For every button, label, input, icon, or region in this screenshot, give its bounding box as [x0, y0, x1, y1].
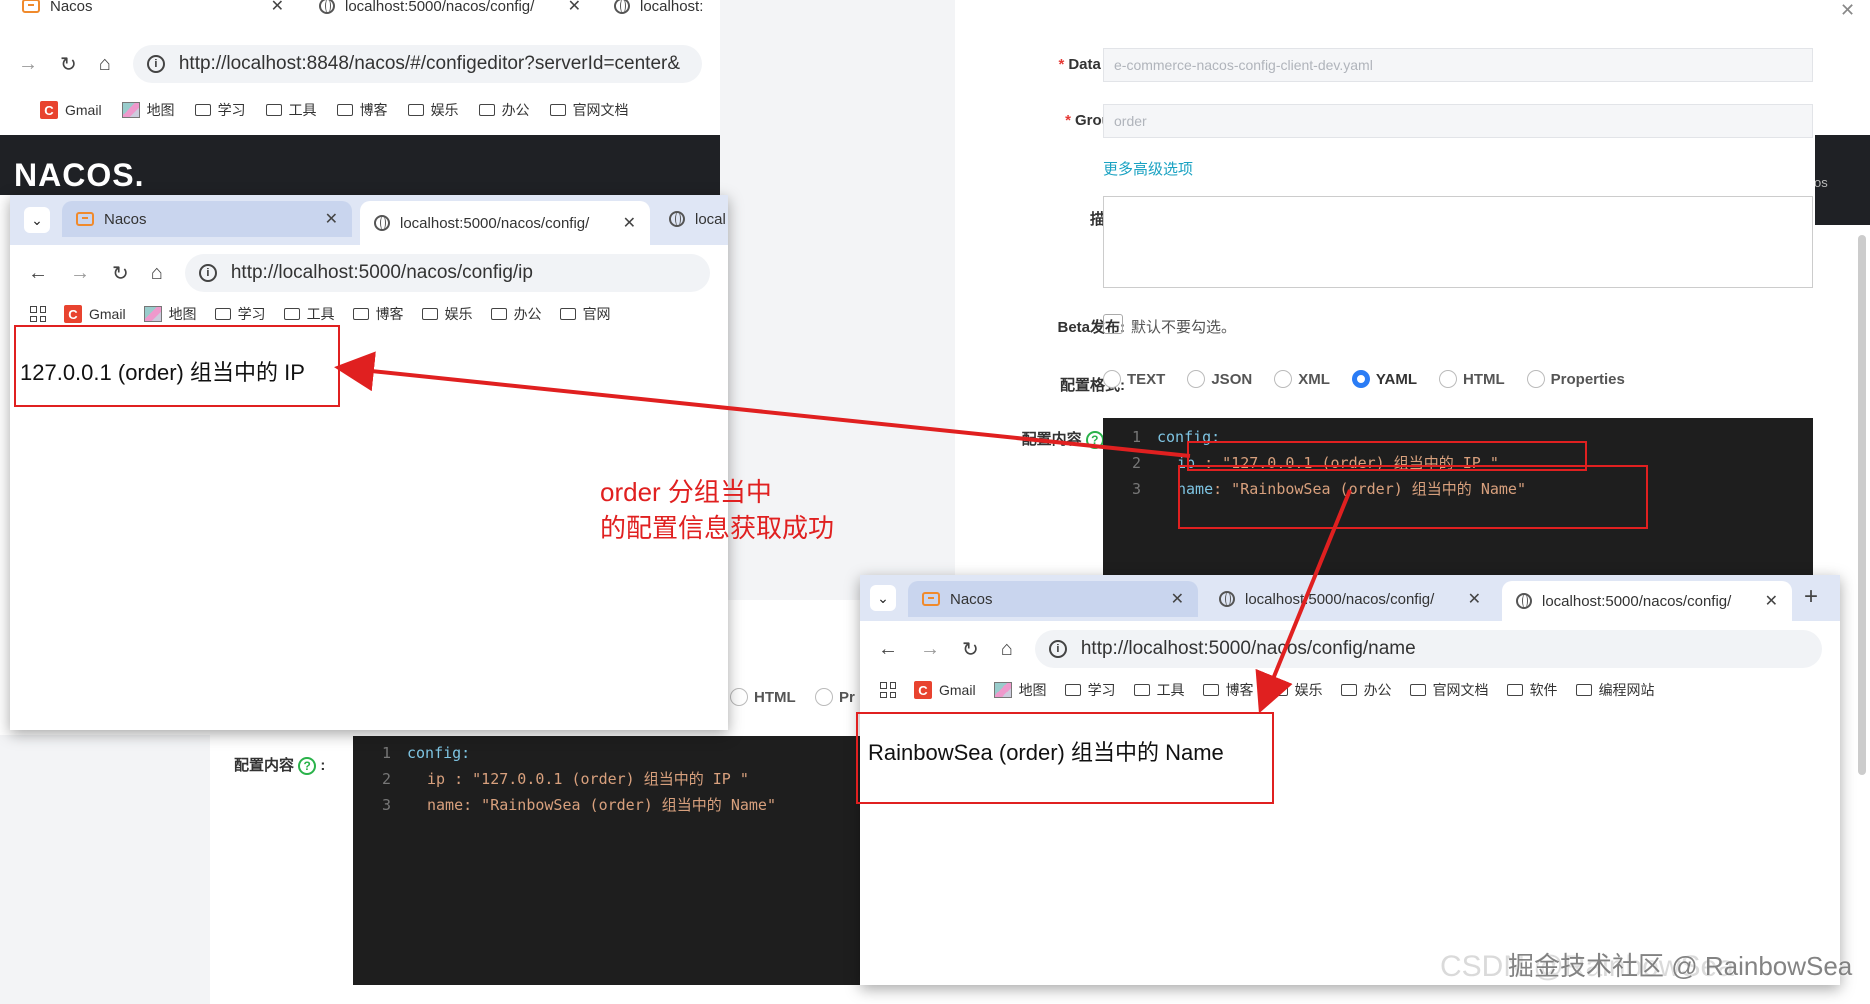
arrow-to-name-response	[1255, 489, 1352, 714]
watermark: 掘金技术社区 @ RainbowSea	[1508, 951, 1853, 981]
arrow-to-ip-response	[334, 351, 1191, 458]
annotation-arrows	[334, 351, 1352, 714]
